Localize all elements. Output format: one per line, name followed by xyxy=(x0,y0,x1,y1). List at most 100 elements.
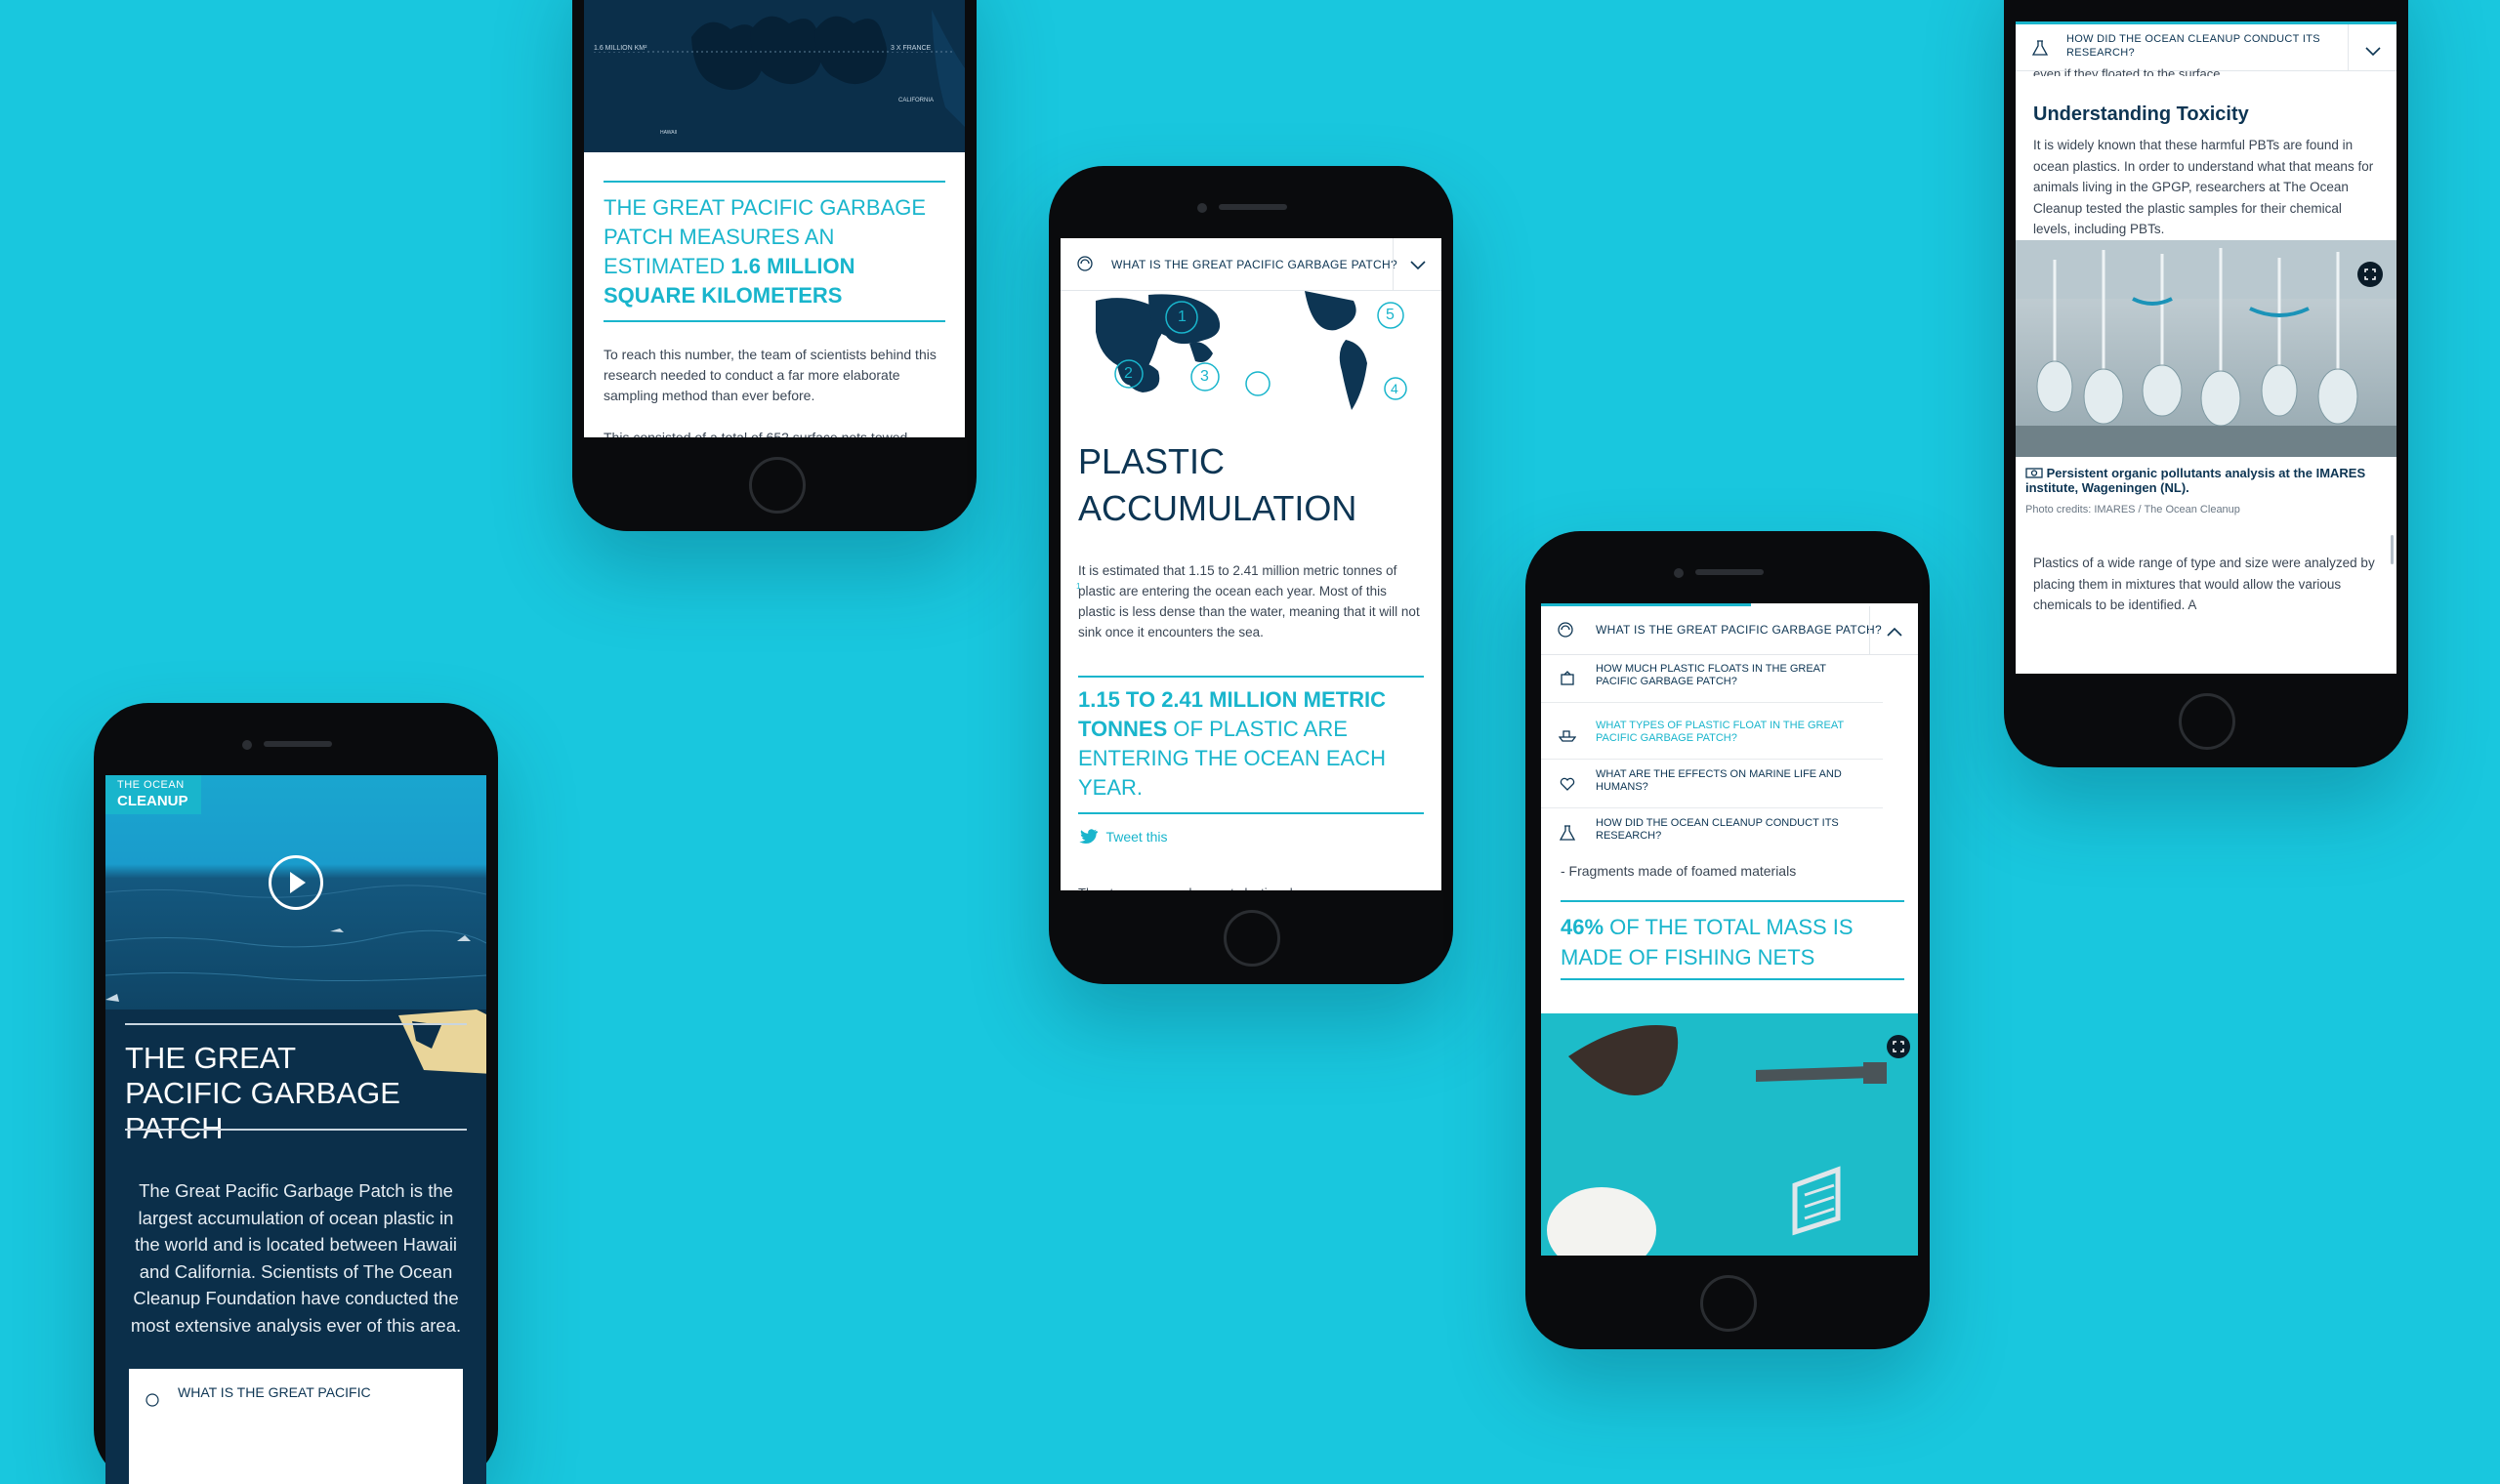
nav-section-title: HOW DID THE OCEAN CLEANUP CONDUCT ITS RE… xyxy=(2066,33,2320,59)
logo[interactable]: THE OCEAN CLEANUP xyxy=(105,775,201,814)
nav-expand-button[interactable] xyxy=(2348,24,2396,70)
divider xyxy=(1078,676,1424,678)
gyre-number-1: 1 xyxy=(1178,309,1187,325)
body-paragraph: It is widely known that these harmful PB… xyxy=(2033,138,2374,236)
photo-credits: Photo credits: IMARES / The Ocean Cleanu… xyxy=(2025,504,2240,515)
home-button[interactable] xyxy=(1700,1275,1757,1332)
plastic-samples-photo xyxy=(1547,1025,1887,1256)
section-nav-bar[interactable]: WHAT IS THE GREAT PACIFIC xyxy=(129,1369,463,1484)
gyre-icon xyxy=(1558,622,1573,638)
divider xyxy=(604,181,945,183)
twitter-icon xyxy=(1079,829,1099,844)
menu-item-label: WHAT ARE THE EFFECTS ON MARINE LIFE AND … xyxy=(1596,768,1842,793)
map-label-france: 3 X FRANCE xyxy=(891,45,932,52)
gyres-world-map: 1 2 3 4 5 xyxy=(1061,291,1441,418)
stat-highlight: 46% xyxy=(1561,915,1604,939)
nav-section-title: WHAT IS THE GREAT PACIFIC xyxy=(178,1384,371,1400)
divider xyxy=(125,1023,467,1025)
gyre-number-3: 3 xyxy=(1200,368,1209,385)
gyre-number-4: 4 xyxy=(1391,381,1398,396)
boat-icon xyxy=(1559,730,1576,742)
home-button[interactable] xyxy=(2179,693,2235,750)
body-paragraph-cut: This consisted of a total of 652 surface… xyxy=(604,430,908,437)
phone-screen: THE OCEAN CLEANUP THE GREAT PACIFIC GARB… xyxy=(105,775,486,1484)
gyre-icon xyxy=(1077,256,1093,271)
nav-expand-button[interactable] xyxy=(1393,238,1441,291)
phone-mockup-toxicity: HOW DID THE OCEAN CLEANUP CONDUCT ITS RE… xyxy=(2004,0,2408,767)
logo-line-1: THE OCEAN xyxy=(117,779,185,791)
body-paragraph: It is estimated that 1.15 to 2.41 millio… xyxy=(1078,560,1426,642)
camera-icon xyxy=(2025,468,2043,478)
headline: THE GREAT PACIFIC GARBAGE PATCH MEASURES… xyxy=(604,193,945,310)
expand-icon xyxy=(1893,1041,1904,1052)
play-video-button[interactable] xyxy=(269,855,323,910)
footnote-marker[interactable]: 1 xyxy=(1076,582,1080,591)
phone-screen: 1.6 MILLION KM² 3 X FRANCE CALIFORNIA HA… xyxy=(584,0,965,437)
section-nav-bar[interactable]: HOW DID THE OCEAN CLEANUP CONDUCT ITS RE… xyxy=(2016,24,2396,71)
front-camera xyxy=(242,740,252,750)
nav-section-title: WHAT IS THE GREAT PACIFIC GARBAGE PATCH? xyxy=(1111,258,1397,271)
speaker-grille xyxy=(264,741,332,747)
menu-item-label: HOW MUCH PLASTIC FLOATS IN THE GREAT PAC… xyxy=(1596,663,1826,687)
phone-mockup-menu: WHAT IS THE GREAT PACIFIC GARBAGE PATCH?… xyxy=(1525,531,1930,1349)
france-silhouettes-graphic xyxy=(594,10,965,127)
body-paragraph-cut: The stronger, more buoyant plastics show xyxy=(1078,883,1313,890)
divider xyxy=(125,1129,467,1131)
divider xyxy=(1078,812,1424,814)
map-label-hawaii: HAWAII xyxy=(660,130,678,136)
scrollbar-thumb[interactable] xyxy=(2391,535,2394,564)
map-label-area: 1.6 MILLION KM² xyxy=(594,45,647,52)
menu-item-plastic-types[interactable]: WHAT TYPES OF PLASTIC FLOAT IN THE GREAT… xyxy=(1541,712,1883,760)
menu-item-label: HOW DID THE OCEAN CLEANUP CONDUCT ITS RE… xyxy=(1596,817,1839,842)
fullscreen-button[interactable] xyxy=(1887,1035,1910,1058)
heart-icon xyxy=(1560,777,1575,791)
divider xyxy=(604,320,945,322)
menu-item-research[interactable]: HOW DID THE OCEAN CLEANUP CONDUCT ITS RE… xyxy=(1541,809,1883,856)
expand-icon xyxy=(2364,268,2376,280)
section-menu: HOW MUCH PLASTIC FLOATS IN THE GREAT PAC… xyxy=(1541,655,1883,860)
stat-text: OF THE TOTAL MASS IS MADE OF FISHING NET… xyxy=(1561,915,1854,969)
section-nav-bar[interactable]: WHAT IS THE GREAT PACIFIC GARBAGE PATCH? xyxy=(1061,238,1441,291)
phone-screen: WHAT IS THE GREAT PACIFIC GARBAGE PATCH?… xyxy=(1541,603,1918,1256)
divider xyxy=(1561,978,1904,980)
fishing-net-photo[interactable] xyxy=(1541,1013,1918,1256)
menu-item-label: WHAT TYPES OF PLASTIC FLOAT IN THE GREAT… xyxy=(1596,720,1844,744)
intro-paragraph: The Great Pacific Garbage Patch is the l… xyxy=(130,1180,462,1336)
phone-mockup-accumulation: WHAT IS THE GREAT PACIFIC GARBAGE PATCH? xyxy=(1049,166,1453,984)
photo-caption: Persistent organic pollutants analysis a… xyxy=(2025,466,2387,495)
home-button[interactable] xyxy=(749,457,806,514)
play-icon xyxy=(290,872,306,893)
nav-collapse-button[interactable] xyxy=(1869,606,1918,655)
menu-item-marine-effects[interactable]: WHAT ARE THE EFFECTS ON MARINE LIFE AND … xyxy=(1541,761,1883,808)
phone-mockup-map: 1.6 MILLION KM² 3 X FRANCE CALIFORNIA HA… xyxy=(572,0,977,531)
divider xyxy=(1561,900,1904,902)
chevron-down-icon xyxy=(1410,261,1426,270)
caption-text: Persistent organic pollutants analysis a… xyxy=(2025,466,2366,495)
speaker-grille xyxy=(1695,569,1764,575)
fullscreen-button[interactable] xyxy=(2357,262,2383,287)
subheading: Understanding Toxicity xyxy=(2033,103,2249,125)
section-nav-bar[interactable]: WHAT IS THE GREAT PACIFIC GARBAGE PATCH? xyxy=(1541,606,1918,655)
tweet-this-label: Tweet this xyxy=(1105,828,1168,845)
gyre-number-2: 2 xyxy=(1124,365,1133,382)
nav-section-title: WHAT IS THE GREAT PACIFIC GARBAGE PATCH? xyxy=(1596,623,1882,637)
front-camera xyxy=(1674,568,1684,578)
phone-screen: HOW DID THE OCEAN CLEANUP CONDUCT ITS RE… xyxy=(2016,21,2396,674)
menu-item-plastic-amount[interactable]: HOW MUCH PLASTIC FLOATS IN THE GREAT PAC… xyxy=(1541,655,1883,703)
paragraph-text: It is estimated that 1.15 to 2.41 millio… xyxy=(1078,563,1420,639)
body-paragraph: Plastics of a wide range of type and siz… xyxy=(2033,556,2375,612)
flask-icon xyxy=(2031,40,2049,56)
buoy-icon xyxy=(1561,671,1574,685)
phone-screen: WHAT IS THE GREAT PACIFIC GARBAGE PATCH? xyxy=(1061,238,1441,890)
flask-icon xyxy=(1559,825,1576,841)
body-paragraph: To reach this number, the team of scient… xyxy=(604,347,937,403)
chevron-down-icon xyxy=(2365,47,2381,57)
laboratory-photo[interactable] xyxy=(2016,240,2396,457)
chevron-up-icon xyxy=(1887,627,1902,637)
tweet-this-link[interactable]: Tweet this xyxy=(1078,828,1167,847)
front-camera xyxy=(1197,203,1207,213)
lab-equipment-photo xyxy=(2016,240,2396,457)
section-heading: PLASTIC ACCUMULATION xyxy=(1078,441,1357,528)
home-button[interactable] xyxy=(1224,910,1280,967)
speaker-grille xyxy=(1219,204,1287,210)
